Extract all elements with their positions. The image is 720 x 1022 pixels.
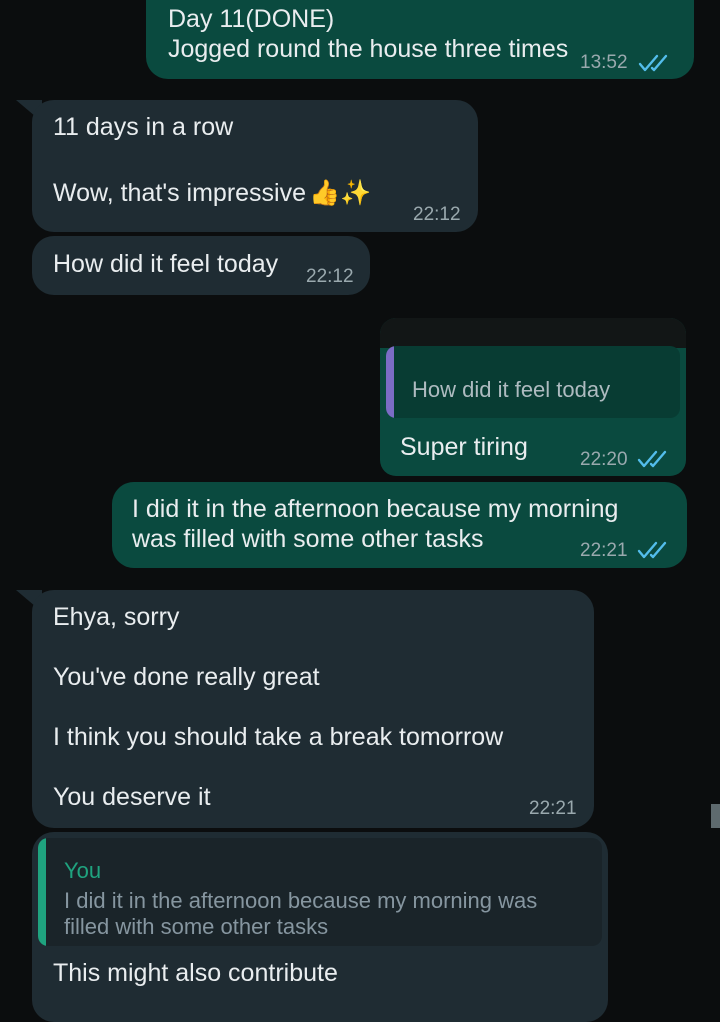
outgoing-message-day11[interactable]: Day 11(DONE) Jogged round the house thre…: [146, 0, 694, 79]
quoted-message[interactable]: How did it feel today: [386, 346, 680, 418]
redacted-area: [380, 318, 686, 348]
quoted-message[interactable]: You I did it in the afternoon because my…: [38, 838, 602, 946]
message-time: 13:52: [580, 52, 628, 73]
message-line: You deserve it: [53, 783, 211, 811]
quote-author: You: [64, 858, 102, 883]
message-line: Ehya, sorry: [53, 603, 180, 631]
double-check-read-icon: [637, 450, 667, 468]
message-line: was filled with some other tasks: [132, 525, 484, 553]
message-line: 11 days in a row: [53, 113, 234, 141]
double-check-read-icon: [638, 54, 668, 72]
quoted-text: I did it in the afternoon because my mor…: [64, 888, 538, 913]
message-text: How did it feel today: [53, 250, 279, 278]
quoted-text: filled with some other tasks: [64, 914, 329, 939]
scroll-indicator[interactable]: [711, 804, 720, 828]
message-time: 22:21: [529, 798, 577, 819]
message-line: I think you should take a break tomorrow: [53, 723, 504, 751]
quote-bar: [386, 346, 394, 418]
message-line: Wow, that's impressive: [53, 179, 307, 207]
message-text: Super tiring: [400, 433, 528, 461]
message-time: 22:21: [580, 540, 628, 561]
message-line: I did it in the afternoon because my mor…: [132, 495, 619, 523]
double-check-read-icon: [637, 541, 667, 559]
incoming-message-encouragement[interactable]: Ehya, sorry You've done really great I t…: [32, 590, 594, 828]
incoming-message-streak[interactable]: 11 days in a row Wow, that's impressive …: [32, 100, 478, 232]
message-time: 22:12: [413, 204, 461, 225]
incoming-message-question[interactable]: How did it feel today 22:12: [32, 236, 370, 295]
message-text: This might also contribute: [53, 959, 338, 987]
outgoing-reply-message[interactable]: How did it feel today Super tiring 22:20: [380, 318, 686, 476]
quote-bar: [38, 838, 46, 946]
message-line: Day 11(DONE): [168, 5, 335, 33]
quoted-text: How did it feel today: [412, 377, 611, 402]
message-line: You've done really great: [53, 663, 320, 691]
message-time: 22:12: [306, 266, 354, 287]
incoming-reply-message[interactable]: You I did it in the afternoon because my…: [32, 832, 608, 1022]
message-time: 22:20: [580, 449, 628, 470]
thumbs-up-sparkles-emoji: 👍✨: [309, 179, 372, 207]
message-line: Jogged round the house three times: [168, 35, 569, 63]
outgoing-message-afternoon[interactable]: I did it in the afternoon because my mor…: [112, 482, 687, 568]
